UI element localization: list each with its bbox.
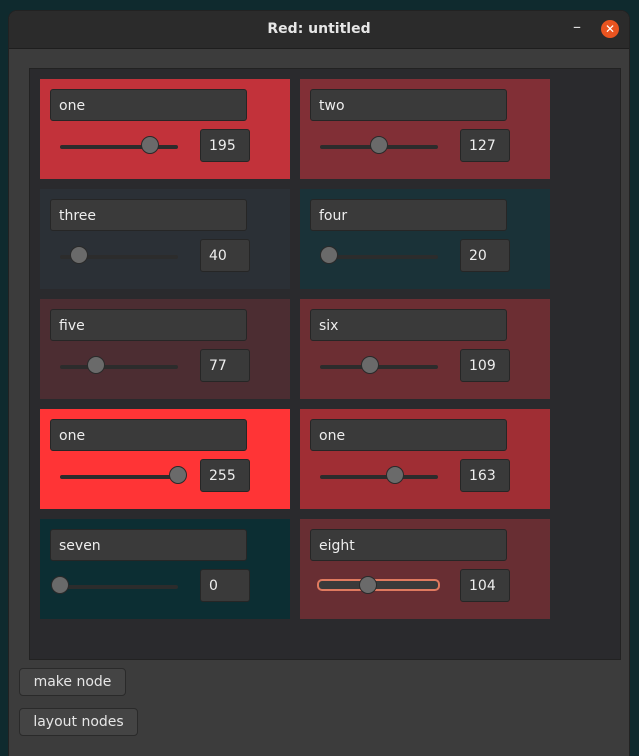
close-icon[interactable]: ✕ xyxy=(601,20,619,38)
node-slider[interactable] xyxy=(320,466,438,484)
node-value-field[interactable]: 127 xyxy=(460,129,510,162)
slider-handle[interactable] xyxy=(386,466,404,484)
node-name-field[interactable]: three xyxy=(50,199,247,231)
node-card[interactable]: six 109 xyxy=(300,299,550,399)
node-value-field[interactable]: 195 xyxy=(200,129,250,162)
node-canvas[interactable]: one 195 two 127 three 40 four 20 five 77… xyxy=(29,68,621,660)
node-slider[interactable] xyxy=(51,576,178,594)
slider-handle[interactable] xyxy=(51,576,69,594)
node-name-field[interactable]: seven xyxy=(50,529,247,561)
node-slider[interactable] xyxy=(320,136,438,154)
slider-handle[interactable] xyxy=(169,466,187,484)
node-name-field[interactable]: two xyxy=(310,89,507,121)
node-name-field[interactable]: one xyxy=(310,419,507,451)
slider-handle[interactable] xyxy=(359,576,377,594)
node-slider[interactable] xyxy=(320,356,438,374)
node-slider[interactable] xyxy=(60,246,178,264)
slider-handle[interactable] xyxy=(370,136,388,154)
window-title: Red: untitled xyxy=(267,21,371,37)
minimize-icon[interactable]: – xyxy=(567,19,587,39)
node-card[interactable]: three 40 xyxy=(40,189,290,289)
slider-handle[interactable] xyxy=(361,356,379,374)
app-window: Red: untitled – ✕ one 195 two 127 three … xyxy=(9,11,629,756)
node-slider[interactable] xyxy=(320,246,438,264)
make-node-button[interactable]: make node xyxy=(19,668,126,696)
node-card[interactable]: one 163 xyxy=(300,409,550,509)
node-value-field[interactable]: 163 xyxy=(460,459,510,492)
node-value-field[interactable]: 77 xyxy=(200,349,250,382)
node-name-field[interactable]: four xyxy=(310,199,507,231)
node-card[interactable]: one 255 xyxy=(40,409,290,509)
node-name-field[interactable]: one xyxy=(50,89,247,121)
slider-handle[interactable] xyxy=(70,246,88,264)
layout-nodes-button[interactable]: layout nodes xyxy=(19,708,138,736)
node-card[interactable]: seven 0 xyxy=(40,519,290,619)
node-card[interactable]: two 127 xyxy=(300,79,550,179)
slider-handle[interactable] xyxy=(87,356,105,374)
node-value-field[interactable]: 109 xyxy=(460,349,510,382)
node-name-field[interactable]: five xyxy=(50,309,247,341)
node-value-field[interactable]: 255 xyxy=(200,459,250,492)
node-card[interactable]: eight 104 xyxy=(300,519,550,619)
node-value-field[interactable]: 104 xyxy=(460,569,510,602)
slider-handle[interactable] xyxy=(141,136,159,154)
node-slider[interactable] xyxy=(60,136,178,154)
node-value-field[interactable]: 20 xyxy=(460,239,510,272)
node-value-field[interactable]: 40 xyxy=(200,239,250,272)
node-card[interactable]: one 195 xyxy=(40,79,290,179)
node-slider[interactable] xyxy=(60,356,178,374)
node-name-field[interactable]: eight xyxy=(310,529,507,561)
node-value-field[interactable]: 0 xyxy=(200,569,250,602)
node-slider-focused[interactable] xyxy=(317,576,440,594)
node-card[interactable]: five 77 xyxy=(40,299,290,399)
title-bar: Red: untitled – ✕ xyxy=(9,11,629,49)
slider-handle[interactable] xyxy=(320,246,338,264)
node-slider[interactable] xyxy=(60,466,187,484)
node-name-field[interactable]: six xyxy=(310,309,507,341)
node-name-field[interactable]: one xyxy=(50,419,247,451)
node-card[interactable]: four 20 xyxy=(300,189,550,289)
